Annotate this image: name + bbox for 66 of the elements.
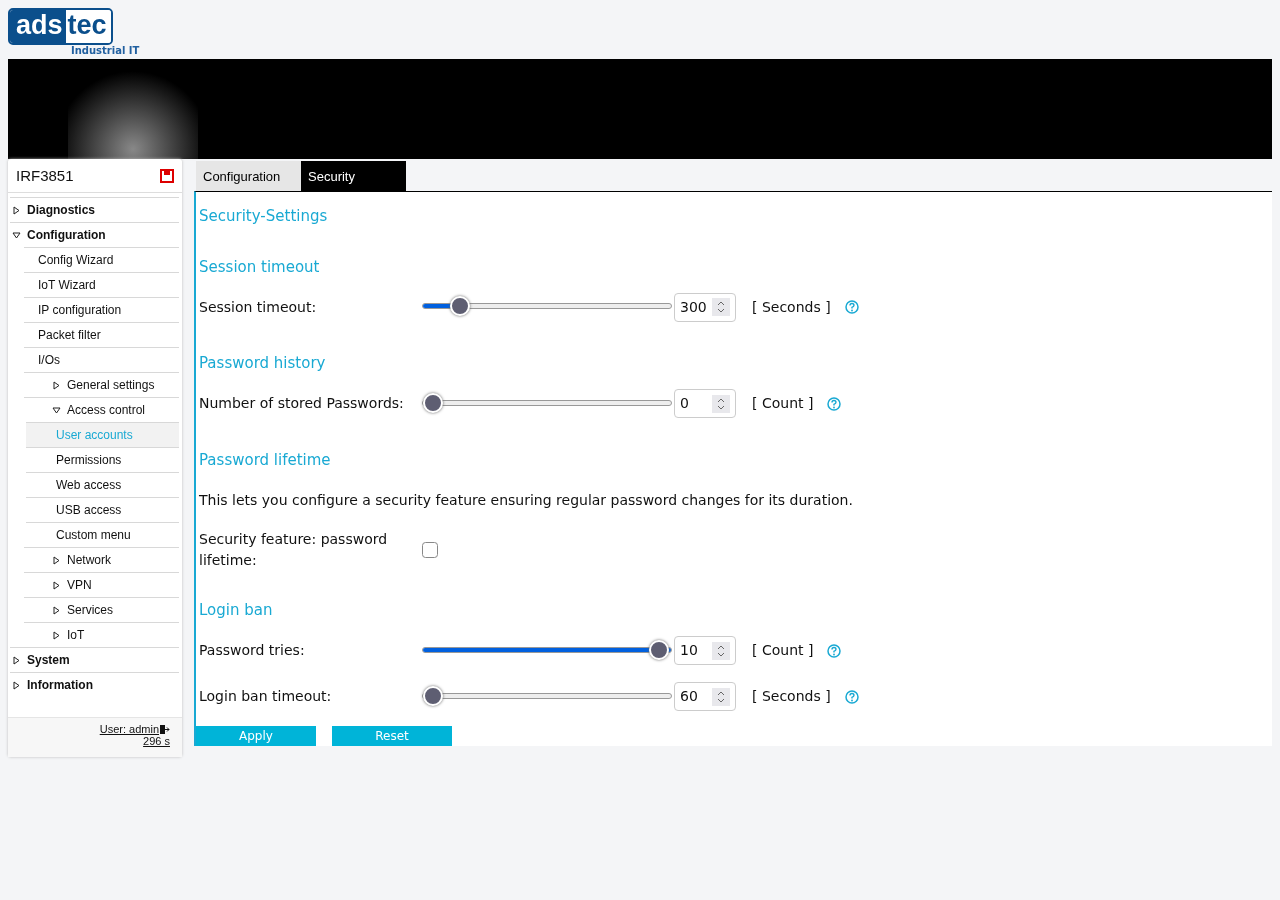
field-label: Security feature: password lifetime: <box>199 530 389 570</box>
help-icon[interactable] <box>827 396 842 411</box>
caret-right-icon[interactable] <box>52 380 61 390</box>
user-link[interactable]: User: admin <box>99 723 159 735</box>
section-heading: Password lifetime <box>199 449 332 471</box>
menu-item[interactable]: IoT Wizard <box>38 278 96 292</box>
field-label: Login ban timeout: <box>199 687 333 706</box>
checkbox[interactable] <box>422 542 438 558</box>
menu-item[interactable]: IP configuration <box>38 303 122 317</box>
unit-label: [ Seconds ] <box>752 297 831 317</box>
menu-item[interactable]: USB access <box>56 503 122 517</box>
menu-item[interactable]: Custom menu <box>56 528 131 542</box>
menu-item[interactable]: VPN <box>67 578 92 592</box>
menu-item[interactable]: Access control <box>67 403 146 417</box>
menu-item[interactable]: Diagnostics <box>27 203 95 217</box>
menu-item[interactable]: System <box>27 653 70 667</box>
page-title: Security-Settings <box>199 206 329 227</box>
number-field[interactable]: 0 <box>674 389 736 418</box>
menu-item[interactable]: Services <box>67 603 113 617</box>
menu-item[interactable]: General settings <box>67 378 155 392</box>
number-field[interactable]: 300 <box>674 292 736 322</box>
field-label: Session timeout: <box>199 297 318 317</box>
menu-item[interactable]: Information <box>27 678 93 692</box>
menu-item[interactable]: Network <box>67 553 111 567</box>
slider-thumb[interactable] <box>649 639 669 660</box>
slider-thumb[interactable] <box>423 392 443 413</box>
caret-right-icon[interactable] <box>52 605 61 615</box>
tab[interactable]: Security <box>301 161 406 191</box>
field-label: Password tries: <box>199 641 306 660</box>
menu-item[interactable]: Config Wizard <box>38 253 114 267</box>
menu-item[interactable]: Packet filter <box>38 328 101 342</box>
field-label: Number of stored Passwords: <box>199 394 405 413</box>
menu-item[interactable]: Permissions <box>56 453 122 467</box>
section-heading: Password history <box>199 353 327 374</box>
menu-item[interactable]: Configuration <box>27 228 106 242</box>
description-text: This lets you configure a security feature ensuring regular password changes for its duration. <box>199 490 853 510</box>
logo-tagline: Industrial IT <box>71 45 141 57</box>
caret-right-icon[interactable] <box>12 205 21 215</box>
slider-thumb[interactable] <box>450 296 471 316</box>
caret-down-icon[interactable] <box>12 230 21 240</box>
section-heading: Login ban <box>199 600 274 621</box>
caret-right-icon[interactable] <box>12 680 21 690</box>
caret-right-icon[interactable] <box>52 580 61 590</box>
menu-item[interactable]: I/Os <box>38 353 60 367</box>
logo: ads tec <box>8 8 113 45</box>
caret-right-icon[interactable] <box>12 655 21 665</box>
slider-thumb[interactable] <box>423 685 443 706</box>
logout-icon[interactable] <box>159 723 170 735</box>
device-name: IRF3851 <box>16 167 74 184</box>
menu-item[interactable]: Web access <box>56 478 122 492</box>
caret-right-icon[interactable] <box>52 630 61 640</box>
unit-label: [ Count ] <box>752 394 814 413</box>
number-field[interactable]: 60 <box>674 682 736 711</box>
unit-label: [ Count ] <box>752 641 814 660</box>
menu-item[interactable]: IoT <box>67 628 85 642</box>
unit-label: [ Seconds ] <box>752 687 831 706</box>
help-icon[interactable] <box>844 689 859 704</box>
section-heading: Session timeout <box>199 256 321 278</box>
caret-right-icon[interactable] <box>52 555 61 565</box>
number-field[interactable]: 10 <box>674 636 736 665</box>
save-icon[interactable] <box>160 168 174 183</box>
session-timer[interactable]: 296 s <box>143 735 170 747</box>
help-icon[interactable] <box>827 643 842 658</box>
tab[interactable]: Configuration <box>196 161 301 191</box>
caret-down-icon[interactable] <box>52 405 61 415</box>
help-icon[interactable] <box>844 300 859 314</box>
